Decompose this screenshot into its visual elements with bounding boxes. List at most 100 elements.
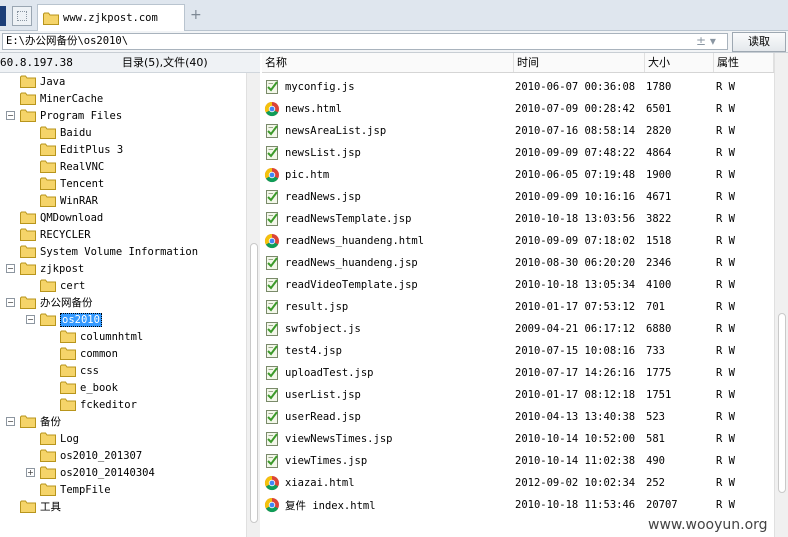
collapse-icon[interactable]: − xyxy=(6,417,15,426)
tree-node[interactable]: − 备份 xyxy=(6,413,61,430)
tab-zjkpost[interactable]: www.zjkpost.com xyxy=(37,4,185,31)
tree-node[interactable]: os2010_201307 xyxy=(40,447,142,464)
file-name-cell: newsList.jsp xyxy=(264,142,361,164)
chrome-html-icon xyxy=(264,167,279,183)
collapse-icon[interactable]: − xyxy=(26,315,35,324)
tree-node[interactable]: + os2010_20140304 xyxy=(26,464,155,481)
column-attr[interactable]: 属性 xyxy=(714,53,774,72)
table-row[interactable]: readVideoTemplate.jsp 2010-10-18 13:05:34… xyxy=(262,274,774,296)
collapse-icon[interactable]: − xyxy=(6,264,15,273)
file-size: 20707 xyxy=(646,499,678,511)
file-name-cell: userList.jsp xyxy=(264,384,361,406)
table-row[interactable]: swfobject.js 2009-04-21 06:17:12 6880 R W xyxy=(262,318,774,340)
tree-node[interactable]: WinRAR xyxy=(40,192,98,209)
file-attr: R W xyxy=(716,345,735,357)
file-size: 581 xyxy=(646,433,665,445)
tree-node[interactable]: css xyxy=(60,362,99,379)
table-row[interactable]: pic.htm 2010-06-05 07:19:48 1900 R W xyxy=(262,164,774,186)
tree-scroll-thumb[interactable] xyxy=(250,243,258,523)
tree-node[interactable]: Tencent xyxy=(40,175,104,192)
table-row[interactable]: result.jsp 2010-01-17 07:53:12 701 R W xyxy=(262,296,774,318)
script-file-icon xyxy=(266,256,278,270)
read-button[interactable]: 读取 xyxy=(732,32,786,52)
file-attr: R W xyxy=(716,81,735,93)
table-row[interactable]: viewTimes.jsp 2010-10-14 11:02:38 490 R W xyxy=(262,450,774,472)
host-ip: 60.8.197.38 xyxy=(0,56,73,69)
tree-node[interactable]: columnhtml xyxy=(60,328,143,345)
tree-node[interactable]: e_book xyxy=(60,379,118,396)
table-row[interactable]: newsList.jsp 2010-09-09 07:48:22 4864 R W xyxy=(262,142,774,164)
file-name-cell: 复件 index.html xyxy=(264,494,376,516)
table-row[interactable]: xiazai.html 2012-09-02 10:02:34 252 R W xyxy=(262,472,774,494)
table-row[interactable]: userList.jsp 2010-01-17 08:12:18 1751 R W xyxy=(262,384,774,406)
folder-icon xyxy=(40,279,56,292)
table-row[interactable]: userRead.jsp 2010-04-13 13:40:38 523 R W xyxy=(262,406,774,428)
folder-icon xyxy=(20,109,36,122)
tab-bar: www.zjkpost.com + xyxy=(0,0,788,31)
table-row[interactable]: 复件 index.html 2010-10-18 11:53:46 20707 R W xyxy=(262,494,774,516)
tab-edge xyxy=(0,6,6,26)
tree-node[interactable]: − 办公网备份 xyxy=(6,294,93,311)
tree-node[interactable]: − Program Files xyxy=(6,107,122,124)
new-tab-button[interactable]: + xyxy=(190,7,202,23)
file-size: 701 xyxy=(646,301,665,313)
file-time: 2010-09-09 10:16:16 xyxy=(515,191,636,203)
script-file-icon xyxy=(266,190,278,204)
table-row[interactable]: news.html 2010-07-09 00:28:42 6501 R W xyxy=(262,98,774,120)
folder-icon xyxy=(40,126,56,139)
table-row[interactable]: readNews_huandeng.jsp 2010-08-30 06:20:20… xyxy=(262,252,774,274)
path-input[interactable]: E:\办公网备份\os2010\ xyxy=(2,33,728,50)
table-row[interactable]: newsAreaList.jsp 2010-07-16 08:58:14 2820 R… xyxy=(262,120,774,142)
file-name-cell: readNewsTemplate.jsp xyxy=(264,208,411,230)
column-size[interactable]: 大小 xyxy=(645,53,714,72)
file-list-scrollbar[interactable] xyxy=(774,53,788,537)
tree-node[interactable]: Baidu xyxy=(40,124,92,141)
file-name: pic.htm xyxy=(285,169,330,181)
tree-node[interactable]: 工具 xyxy=(20,498,61,515)
folder-icon xyxy=(20,296,36,309)
table-row[interactable]: myconfig.js 2010-06-07 00:36:08 1780 R W xyxy=(262,76,774,98)
table-row[interactable]: readNewsTemplate.jsp 2010-10-18 13:03:56 3… xyxy=(262,208,774,230)
file-name: viewTimes.jsp xyxy=(285,455,368,467)
tree-node[interactable]: System Volume Information xyxy=(20,243,198,260)
file-name: test4.jsp xyxy=(285,345,342,357)
tree-node[interactable]: fckeditor xyxy=(60,396,137,413)
blank-tab[interactable] xyxy=(12,6,32,26)
collapse-icon[interactable]: − xyxy=(6,111,15,120)
file-attr: R W xyxy=(716,367,735,379)
path-dropdown-icon[interactable]: ± ▾ xyxy=(696,34,716,48)
file-size: 1780 xyxy=(646,81,672,93)
file-list-scroll-thumb[interactable] xyxy=(778,313,786,493)
expand-icon[interactable]: + xyxy=(26,468,35,477)
tree-node[interactable]: cert xyxy=(40,277,85,294)
table-row[interactable]: readNews_huandeng.html 2010-09-09 07:18:0… xyxy=(262,230,774,252)
table-row[interactable]: readNews.jsp 2010-09-09 10:16:16 4671 R W xyxy=(262,186,774,208)
column-name[interactable]: 名称 xyxy=(262,53,514,72)
folder-icon xyxy=(40,313,56,326)
script-file-icon xyxy=(266,146,278,160)
tree-node[interactable]: Log xyxy=(40,430,79,447)
tree-node[interactable]: RECYCLER xyxy=(20,226,91,243)
tree-scrollbar[interactable] xyxy=(246,73,260,537)
watermark: www.wooyun.org xyxy=(648,517,768,533)
table-row[interactable]: test4.jsp 2010-07-15 10:08:16 733 R W xyxy=(262,340,774,362)
script-file-icon xyxy=(266,322,278,336)
info-bar: 60.8.197.38 目录(5),文件(40) xyxy=(0,53,260,73)
tree-node[interactable]: TempFile xyxy=(40,481,111,498)
script-file-icon xyxy=(266,212,278,226)
tree-node[interactable]: RealVNC xyxy=(40,158,104,175)
folder-icon xyxy=(60,364,76,377)
tree-node[interactable]: common xyxy=(60,345,118,362)
table-row[interactable]: uploadTest.jsp 2010-07-17 14:26:16 1775 R W xyxy=(262,362,774,384)
tree-node[interactable]: − zjkpost xyxy=(6,260,84,277)
tree-node[interactable]: QMDownload xyxy=(20,209,103,226)
directory-tree: Java MinerCache − Program Files Baidu EditPlu… xyxy=(0,73,246,537)
tree-node[interactable]: MinerCache xyxy=(20,90,103,107)
tree-node[interactable]: Java xyxy=(20,73,65,90)
column-time[interactable]: 时间 xyxy=(514,53,645,72)
file-attr: R W xyxy=(716,301,735,313)
tree-node[interactable]: − os2010 xyxy=(26,311,102,328)
tree-node[interactable]: EditPlus 3 xyxy=(40,141,123,158)
collapse-icon[interactable]: − xyxy=(6,298,15,307)
table-row[interactable]: viewNewsTimes.jsp 2010-10-14 10:52:00 581 R… xyxy=(262,428,774,450)
